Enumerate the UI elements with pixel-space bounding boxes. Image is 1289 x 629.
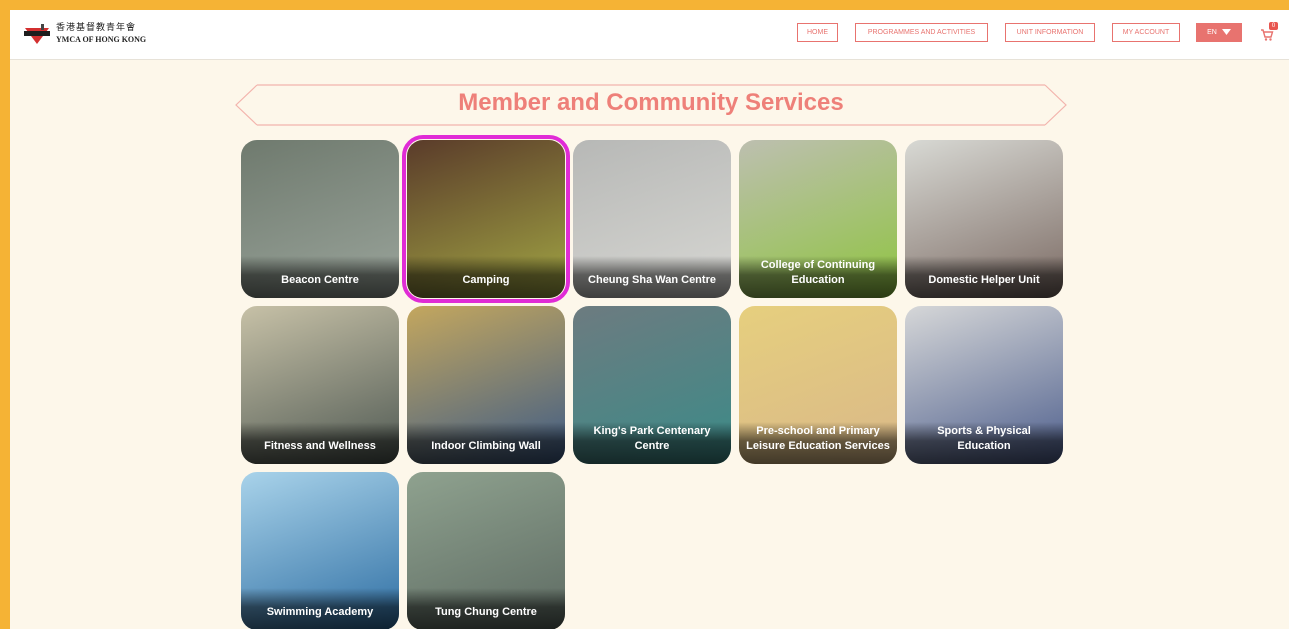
- service-tile[interactable]: Indoor Climbing Wall: [407, 306, 565, 464]
- service-tile[interactable]: Pre-school and Primary Leisure Education…: [739, 306, 897, 464]
- nav-home[interactable]: HOME: [797, 23, 838, 42]
- service-tile[interactable]: Domestic Helper Unit: [905, 140, 1063, 298]
- page: 香港基督教青年會 YMCA OF HONG KONG HOME PROGRAMM…: [10, 10, 1289, 629]
- service-tile[interactable]: King's Park Centenary Centre: [573, 306, 731, 464]
- logo-chinese-text: 香港基督教青年會: [56, 23, 137, 33]
- service-tile-label: Indoor Climbing Wall: [407, 422, 565, 464]
- chevron-down-icon: [1221, 28, 1231, 37]
- service-tile-label: Sports & Physical Education: [905, 422, 1063, 464]
- language-selector[interactable]: EN: [1196, 23, 1242, 42]
- nav-my-account[interactable]: MY ACCOUNT: [1112, 23, 1180, 42]
- service-tile-label: Swimming Academy: [241, 588, 399, 629]
- section-title-banner: Member and Community Services: [235, 84, 1067, 126]
- service-tile[interactable]: Swimming Academy: [241, 472, 399, 629]
- service-tile[interactable]: Camping: [402, 135, 570, 303]
- service-tile[interactable]: Beacon Centre: [241, 140, 399, 298]
- service-tile-label: Fitness and Wellness: [241, 422, 399, 464]
- service-tile-label: Tung Chung Centre: [407, 588, 565, 629]
- shopping-cart-button[interactable]: 0: [1260, 22, 1278, 42]
- service-tile-label: Cheung Sha Wan Centre: [573, 256, 731, 298]
- logo-english-text: YMCA OF HONG KONG: [56, 35, 147, 44]
- service-tile[interactable]: Cheung Sha Wan Centre: [573, 140, 731, 298]
- ymca-logo[interactable]: 香港基督教青年會 YMCA OF HONG KONG: [24, 22, 146, 46]
- service-tile-label: King's Park Centenary Centre: [573, 422, 731, 464]
- service-tile-label: Camping: [407, 256, 565, 298]
- service-tile[interactable]: Tung Chung Centre: [407, 472, 565, 629]
- service-tile[interactable]: Fitness and Wellness: [241, 306, 399, 464]
- nav-programmes-and-activities[interactable]: PROGRAMMES AND ACTIVITIES: [855, 23, 988, 42]
- ymca-triangle-icon: [24, 22, 50, 46]
- shopping-cart-icon: [1261, 29, 1274, 41]
- service-tile-label: Beacon Centre: [241, 256, 399, 298]
- nav-unit-information[interactable]: UNIT INFORMATION: [1005, 23, 1095, 42]
- service-tile-label: College of Continuing Education: [739, 256, 897, 298]
- service-tile-label: Domestic Helper Unit: [905, 256, 1063, 298]
- service-tile[interactable]: Sports & Physical Education: [905, 306, 1063, 464]
- service-tile[interactable]: College of Continuing Education: [739, 140, 897, 298]
- page-title: Member and Community Services: [458, 89, 844, 116]
- language-label: EN: [1207, 29, 1217, 36]
- service-tile-label: Pre-school and Primary Leisure Education…: [739, 422, 897, 464]
- top-navigation-bar: 香港基督教青年會 YMCA OF HONG KONG HOME PROGRAMM…: [10, 10, 1289, 60]
- cart-count-badge: 0: [1269, 22, 1278, 30]
